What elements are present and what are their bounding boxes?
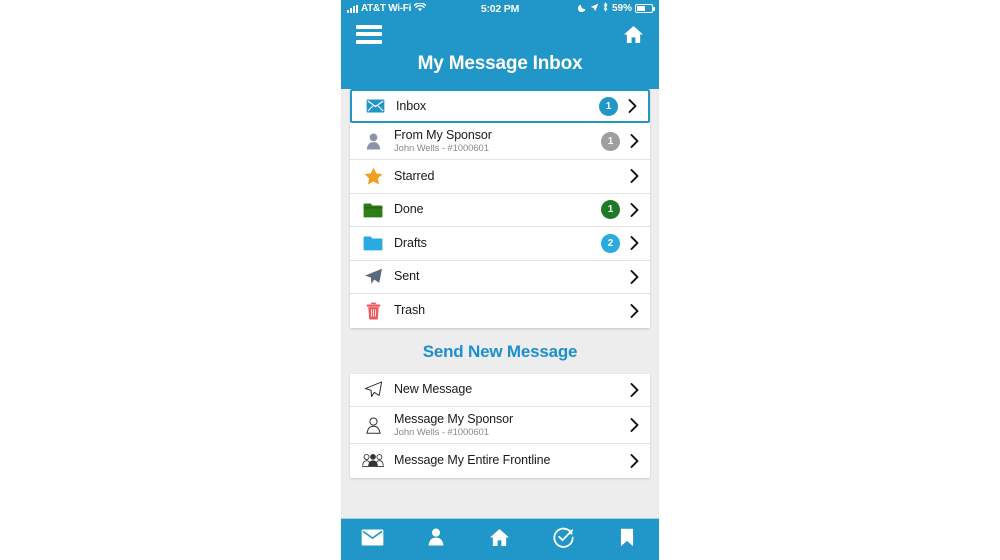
list-item-new-message[interactable]: New Message bbox=[350, 373, 650, 407]
list-item-label: Starred bbox=[394, 168, 435, 183]
list-item-label: New Message bbox=[394, 382, 473, 397]
list-item-label: Trash bbox=[394, 303, 425, 318]
list-item-text: Message My Entire Frontline bbox=[388, 453, 628, 468]
list-item-starred[interactable]: Starred bbox=[350, 160, 650, 194]
section-title-send-new-message: Send New Message bbox=[422, 341, 578, 361]
list-item-trash[interactable]: Trash bbox=[350, 294, 650, 328]
list-item-label: Message My Entire Frontline bbox=[394, 453, 551, 468]
battery-percent-label: 59% bbox=[612, 3, 633, 14]
bluetooth-icon bbox=[602, 2, 609, 15]
list-item-sent[interactable]: Sent bbox=[350, 260, 650, 294]
list-item-label: Message My Sponsor bbox=[394, 411, 514, 426]
chevron-right-icon bbox=[628, 169, 640, 184]
chevron-right-icon bbox=[628, 453, 640, 468]
status-bar-time: 5:02 PM bbox=[480, 2, 520, 15]
phone-viewport: AT&T Wi-Fi 5:02 PM 59% My Message Inbox … bbox=[341, 0, 659, 560]
group-people-icon bbox=[358, 453, 388, 468]
status-bar: AT&T Wi-Fi 5:02 PM 59% bbox=[341, 0, 659, 17]
list-item-text: Done bbox=[388, 202, 601, 217]
folder-blue-icon bbox=[358, 235, 388, 251]
chevron-right-icon bbox=[628, 303, 640, 318]
tab-home[interactable] bbox=[468, 519, 532, 560]
chevron-right-icon bbox=[628, 382, 640, 397]
star-icon bbox=[358, 167, 388, 185]
chevron-right-icon bbox=[628, 236, 640, 251]
list-item-text: Message My Sponsor John Wells - #1000601 bbox=[388, 412, 628, 439]
home-icon bbox=[489, 528, 510, 552]
wifi-icon bbox=[413, 1, 427, 15]
list-item-text: Inbox bbox=[390, 99, 599, 114]
compose-list-card: New Message Message My Sponsor John Well… bbox=[350, 373, 650, 478]
list-item-label: Drafts bbox=[394, 235, 427, 250]
tab-bookmarks[interactable] bbox=[595, 519, 659, 560]
person-filled-icon bbox=[358, 133, 388, 150]
paper-plane-icon bbox=[358, 268, 388, 285]
trash-icon bbox=[358, 302, 388, 320]
list-item-inbox[interactable]: Inbox 1 bbox=[350, 89, 650, 123]
moon-icon bbox=[577, 3, 587, 15]
list-item-drafts[interactable]: Drafts 2 bbox=[350, 227, 650, 261]
list-item-subtitle: John Wells - #1000601 bbox=[394, 142, 489, 154]
list-item-label: From My Sponsor bbox=[394, 127, 492, 142]
list-item-subtitle: John Wells - #1000601 bbox=[394, 426, 489, 438]
check-circle-icon bbox=[553, 527, 574, 553]
screenshot-root: AT&T Wi-Fi 5:02 PM 59% My Message Inbox … bbox=[0, 0, 1000, 560]
location-arrow-icon bbox=[590, 3, 599, 15]
badge-count: 1 bbox=[599, 96, 618, 116]
envelope-filled-icon bbox=[360, 99, 390, 113]
tab-tasks[interactable] bbox=[532, 519, 596, 560]
envelope-icon bbox=[361, 528, 384, 551]
carrier-label: AT&T Wi-Fi bbox=[361, 3, 412, 14]
list-item-label: Inbox bbox=[396, 98, 427, 113]
list-item-from-my-sponsor[interactable]: From My Sponsor John Wells - #1000601 1 bbox=[350, 123, 650, 160]
list-item-label: Done bbox=[394, 202, 424, 217]
bottom-tab-bar bbox=[341, 518, 659, 560]
inbox-list-card: Inbox 1 From My Sponsor John Wells - #10… bbox=[350, 89, 650, 328]
person-icon bbox=[428, 528, 444, 551]
app-header: My Message Inbox bbox=[341, 17, 659, 89]
app-body: Inbox 1 From My Sponsor John Wells - #10… bbox=[341, 89, 659, 518]
badge-count: 1 bbox=[601, 131, 620, 151]
list-item-text: Trash bbox=[388, 303, 628, 318]
folder-green-icon bbox=[358, 202, 388, 218]
list-item-text: Drafts bbox=[388, 236, 601, 251]
chevron-right-icon bbox=[628, 134, 640, 148]
battery-icon bbox=[635, 4, 656, 13]
chevron-right-icon bbox=[626, 99, 638, 113]
list-item-done[interactable]: Done 1 bbox=[350, 193, 650, 227]
chevron-right-icon bbox=[628, 418, 640, 432]
hamburger-menu-icon[interactable] bbox=[356, 24, 382, 44]
person-outline-icon bbox=[358, 416, 388, 434]
paper-plane-outline-icon bbox=[358, 381, 388, 398]
list-item-message-my-entire-frontline[interactable]: Message My Entire Frontline bbox=[350, 444, 650, 478]
signal-bars-icon bbox=[347, 4, 358, 13]
list-item-message-my-sponsor[interactable]: Message My Sponsor John Wells - #1000601 bbox=[350, 407, 650, 444]
status-bar-left: AT&T Wi-Fi bbox=[347, 1, 481, 15]
list-item-text: From My Sponsor John Wells - #1000601 bbox=[388, 128, 601, 155]
chevron-right-icon bbox=[628, 202, 640, 217]
page-title: My Message Inbox bbox=[417, 53, 583, 74]
status-bar-right: 59% bbox=[519, 2, 656, 15]
tab-messages[interactable] bbox=[341, 519, 405, 560]
badge-count: 2 bbox=[601, 233, 620, 253]
list-item-text: Sent bbox=[388, 269, 628, 284]
list-item-label: Sent bbox=[394, 269, 420, 284]
home-icon[interactable] bbox=[622, 23, 644, 45]
tab-profile[interactable] bbox=[405, 519, 469, 560]
chevron-right-icon bbox=[628, 269, 640, 284]
list-item-text: Starred bbox=[388, 169, 628, 184]
list-item-text: New Message bbox=[388, 382, 628, 397]
bookmark-icon bbox=[620, 528, 634, 552]
badge-count: 1 bbox=[601, 200, 620, 220]
header-bar bbox=[341, 17, 659, 51]
